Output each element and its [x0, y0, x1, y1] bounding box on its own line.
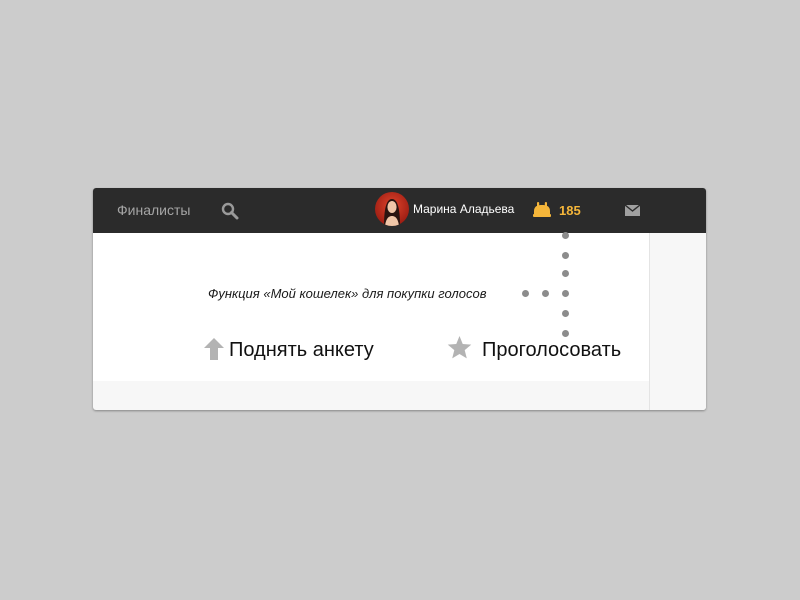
vote-label: Проголосовать [482, 339, 622, 361]
nav-link-finalists[interactable]: Финалисты [117, 202, 190, 218]
guide-dot [562, 270, 569, 277]
vote-button[interactable]: Проголосовать [447, 336, 642, 364]
arrow-up-icon [204, 338, 224, 360]
avatar[interactable] [375, 192, 409, 226]
star-icon [447, 336, 472, 359]
guide-dot [562, 310, 569, 317]
wallet-icon[interactable] [533, 202, 551, 218]
guide-dot [562, 330, 569, 337]
guide-dot [562, 252, 569, 259]
guide-dot [562, 232, 569, 239]
raise-profile-label: Поднять анкету [229, 339, 374, 361]
guide-dot [522, 290, 529, 297]
right-sidebar-strip [649, 233, 706, 410]
wallet-count[interactable]: 185 [559, 203, 581, 218]
raise-profile-button[interactable]: Поднять анкету [204, 338, 394, 364]
guide-dot [542, 290, 549, 297]
search-icon[interactable] [221, 202, 239, 220]
top-bar: Финалисты Марина Аладьева 185 [93, 188, 706, 233]
mail-icon[interactable] [624, 203, 641, 216]
wallet-hint-text: Функция «Мой кошелек» для покупки голосо… [208, 286, 487, 301]
user-name[interactable]: Марина Аладьева [413, 202, 514, 216]
widget-panel: Финалисты Марина Аладьева 185 Функция «М… [93, 188, 706, 410]
guide-dot [562, 290, 569, 297]
